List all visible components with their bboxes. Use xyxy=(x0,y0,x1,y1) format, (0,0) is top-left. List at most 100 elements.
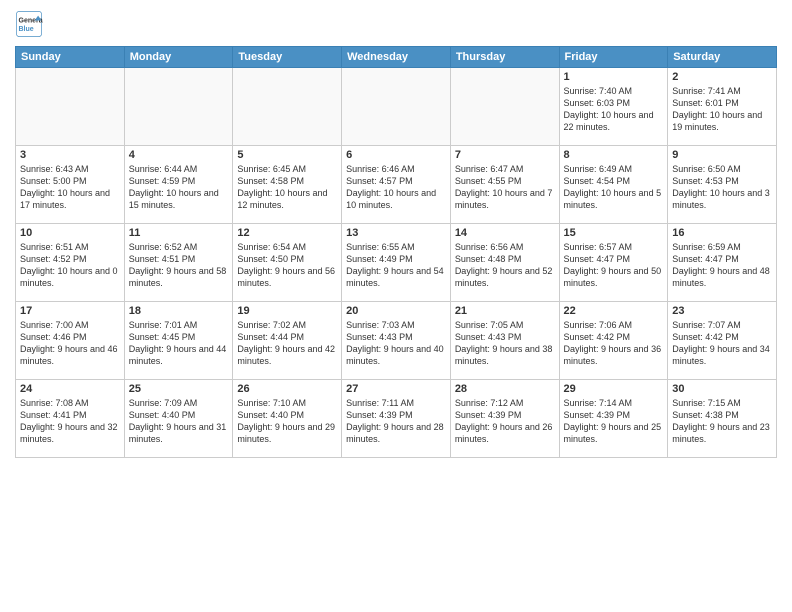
cell-info: Sunrise: 6:54 AM Sunset: 4:50 PM Dayligh… xyxy=(237,241,337,290)
day-number: 14 xyxy=(455,227,555,239)
cell-info: Sunrise: 7:05 AM Sunset: 4:43 PM Dayligh… xyxy=(455,319,555,368)
day-number: 7 xyxy=(455,149,555,161)
calendar-cell: 23 Sunrise: 7:07 AM Sunset: 4:42 PM Dayli… xyxy=(668,302,777,380)
day-number: 24 xyxy=(20,383,120,395)
day-number: 21 xyxy=(455,305,555,317)
cell-info: Sunrise: 6:52 AM Sunset: 4:51 PM Dayligh… xyxy=(129,241,229,290)
day-number: 2 xyxy=(672,71,772,83)
calendar-cell: 22 Sunrise: 7:06 AM Sunset: 4:42 PM Dayli… xyxy=(559,302,668,380)
calendar-cell: 26 Sunrise: 7:10 AM Sunset: 4:40 PM Dayli… xyxy=(233,380,342,458)
calendar-cell: 29 Sunrise: 7:14 AM Sunset: 4:39 PM Dayli… xyxy=(559,380,668,458)
header: General Blue xyxy=(15,10,777,38)
cell-info: Sunrise: 6:45 AM Sunset: 4:58 PM Dayligh… xyxy=(237,163,337,212)
calendar-cell: 2 Sunrise: 7:41 AM Sunset: 6:01 PM Daylig… xyxy=(668,68,777,146)
day-number: 6 xyxy=(346,149,446,161)
day-number: 23 xyxy=(672,305,772,317)
calendar-header-row: SundayMondayTuesdayWednesdayThursdayFrid… xyxy=(16,47,777,68)
calendar-cell: 18 Sunrise: 7:01 AM Sunset: 4:45 PM Dayli… xyxy=(124,302,233,380)
cell-info: Sunrise: 7:15 AM Sunset: 4:38 PM Dayligh… xyxy=(672,397,772,446)
calendar-cell: 4 Sunrise: 6:44 AM Sunset: 4:59 PM Daylig… xyxy=(124,146,233,224)
day-number: 15 xyxy=(564,227,664,239)
day-number: 8 xyxy=(564,149,664,161)
calendar-cell: 6 Sunrise: 6:46 AM Sunset: 4:57 PM Daylig… xyxy=(342,146,451,224)
day-number: 13 xyxy=(346,227,446,239)
day-number: 11 xyxy=(129,227,229,239)
calendar-cell: 7Sunrise: 6:47 AM Sunset: 4:55 PM Daylig… xyxy=(450,146,559,224)
day-header-monday: Monday xyxy=(124,47,233,68)
day-number: 4 xyxy=(129,149,229,161)
day-number: 16 xyxy=(672,227,772,239)
cell-info: Sunrise: 6:49 AM Sunset: 4:54 PM Dayligh… xyxy=(564,163,664,212)
calendar-cell xyxy=(450,68,559,146)
week-row-3: 10 Sunrise: 6:51 AM Sunset: 4:52 PM Dayli… xyxy=(16,224,777,302)
cell-info: Sunrise: 7:41 AM Sunset: 6:01 PM Dayligh… xyxy=(672,85,772,134)
day-number: 26 xyxy=(237,383,337,395)
calendar-cell xyxy=(124,68,233,146)
cell-info: Sunrise: 7:40 AM Sunset: 6:03 PM Dayligh… xyxy=(564,85,664,134)
week-row-4: 17Sunrise: 7:00 AM Sunset: 4:46 PM Dayli… xyxy=(16,302,777,380)
calendar-cell: 24 Sunrise: 7:08 AM Sunset: 4:41 PM Dayli… xyxy=(16,380,125,458)
cell-info: Sunrise: 7:01 AM Sunset: 4:45 PM Dayligh… xyxy=(129,319,229,368)
calendar-cell: 13 Sunrise: 6:55 AM Sunset: 4:49 PM Dayli… xyxy=(342,224,451,302)
day-number: 17 xyxy=(20,305,120,317)
calendar-cell: 16 Sunrise: 6:59 AM Sunset: 4:47 PM Dayli… xyxy=(668,224,777,302)
week-row-2: 3Sunrise: 6:43 AM Sunset: 5:00 PM Daylig… xyxy=(16,146,777,224)
calendar-cell: 11 Sunrise: 6:52 AM Sunset: 4:51 PM Dayli… xyxy=(124,224,233,302)
logo-icon: General Blue xyxy=(15,10,43,38)
calendar-cell: 15Sunrise: 6:57 AM Sunset: 4:47 PM Dayli… xyxy=(559,224,668,302)
day-header-thursday: Thursday xyxy=(450,47,559,68)
day-number: 25 xyxy=(129,383,229,395)
day-number: 28 xyxy=(455,383,555,395)
calendar-cell: 8 Sunrise: 6:49 AM Sunset: 4:54 PM Daylig… xyxy=(559,146,668,224)
cell-info: Sunrise: 7:08 AM Sunset: 4:41 PM Dayligh… xyxy=(20,397,120,446)
calendar-cell: 1 Sunrise: 7:40 AM Sunset: 6:03 PM Daylig… xyxy=(559,68,668,146)
page: General Blue SundayMondayTuesdayWednesda… xyxy=(0,0,792,612)
cell-info: Sunrise: 6:44 AM Sunset: 4:59 PM Dayligh… xyxy=(129,163,229,212)
cell-info: Sunrise: 7:07 AM Sunset: 4:42 PM Dayligh… xyxy=(672,319,772,368)
calendar-cell: 21 Sunrise: 7:05 AM Sunset: 4:43 PM Dayli… xyxy=(450,302,559,380)
day-number: 27 xyxy=(346,383,446,395)
day-number: 5 xyxy=(237,149,337,161)
day-number: 12 xyxy=(237,227,337,239)
calendar-cell xyxy=(16,68,125,146)
day-header-saturday: Saturday xyxy=(668,47,777,68)
cell-info: Sunrise: 7:06 AM Sunset: 4:42 PM Dayligh… xyxy=(564,319,664,368)
svg-text:Blue: Blue xyxy=(19,26,34,33)
day-number: 19 xyxy=(237,305,337,317)
calendar-cell: 17Sunrise: 7:00 AM Sunset: 4:46 PM Dayli… xyxy=(16,302,125,380)
calendar-cell: 12 Sunrise: 6:54 AM Sunset: 4:50 PM Dayli… xyxy=(233,224,342,302)
cell-info: Sunrise: 7:02 AM Sunset: 4:44 PM Dayligh… xyxy=(237,319,337,368)
cell-info: Sunrise: 7:10 AM Sunset: 4:40 PM Dayligh… xyxy=(237,397,337,446)
cell-info: Sunrise: 7:03 AM Sunset: 4:43 PM Dayligh… xyxy=(346,319,446,368)
calendar-cell: 10 Sunrise: 6:51 AM Sunset: 4:52 PM Dayli… xyxy=(16,224,125,302)
calendar-cell: 19 Sunrise: 7:02 AM Sunset: 4:44 PM Dayli… xyxy=(233,302,342,380)
calendar: SundayMondayTuesdayWednesdayThursdayFrid… xyxy=(15,46,777,458)
day-number: 22 xyxy=(564,305,664,317)
cell-info: Sunrise: 7:09 AM Sunset: 4:40 PM Dayligh… xyxy=(129,397,229,446)
cell-info: Sunrise: 6:46 AM Sunset: 4:57 PM Dayligh… xyxy=(346,163,446,212)
cell-info: Sunrise: 6:59 AM Sunset: 4:47 PM Dayligh… xyxy=(672,241,772,290)
calendar-cell: 5 Sunrise: 6:45 AM Sunset: 4:58 PM Daylig… xyxy=(233,146,342,224)
cell-info: Sunrise: 6:51 AM Sunset: 4:52 PM Dayligh… xyxy=(20,241,120,290)
calendar-cell: 27 Sunrise: 7:11 AM Sunset: 4:39 PM Dayli… xyxy=(342,380,451,458)
calendar-cell: 3Sunrise: 6:43 AM Sunset: 5:00 PM Daylig… xyxy=(16,146,125,224)
day-number: 10 xyxy=(20,227,120,239)
logo: General Blue xyxy=(15,10,47,38)
day-number: 18 xyxy=(129,305,229,317)
day-number: 9 xyxy=(672,149,772,161)
cell-info: Sunrise: 6:55 AM Sunset: 4:49 PM Dayligh… xyxy=(346,241,446,290)
day-number: 20 xyxy=(346,305,446,317)
day-number: 29 xyxy=(564,383,664,395)
cell-info: Sunrise: 7:14 AM Sunset: 4:39 PM Dayligh… xyxy=(564,397,664,446)
day-header-sunday: Sunday xyxy=(16,47,125,68)
cell-info: Sunrise: 6:56 AM Sunset: 4:48 PM Dayligh… xyxy=(455,241,555,290)
calendar-cell xyxy=(342,68,451,146)
day-header-wednesday: Wednesday xyxy=(342,47,451,68)
cell-info: Sunrise: 7:11 AM Sunset: 4:39 PM Dayligh… xyxy=(346,397,446,446)
calendar-cell: 25 Sunrise: 7:09 AM Sunset: 4:40 PM Dayli… xyxy=(124,380,233,458)
day-number: 1 xyxy=(564,71,664,83)
cell-info: Sunrise: 6:50 AM Sunset: 4:53 PM Dayligh… xyxy=(672,163,772,212)
calendar-cell xyxy=(233,68,342,146)
week-row-1: 1 Sunrise: 7:40 AM Sunset: 6:03 PM Daylig… xyxy=(16,68,777,146)
week-row-5: 24 Sunrise: 7:08 AM Sunset: 4:41 PM Dayli… xyxy=(16,380,777,458)
